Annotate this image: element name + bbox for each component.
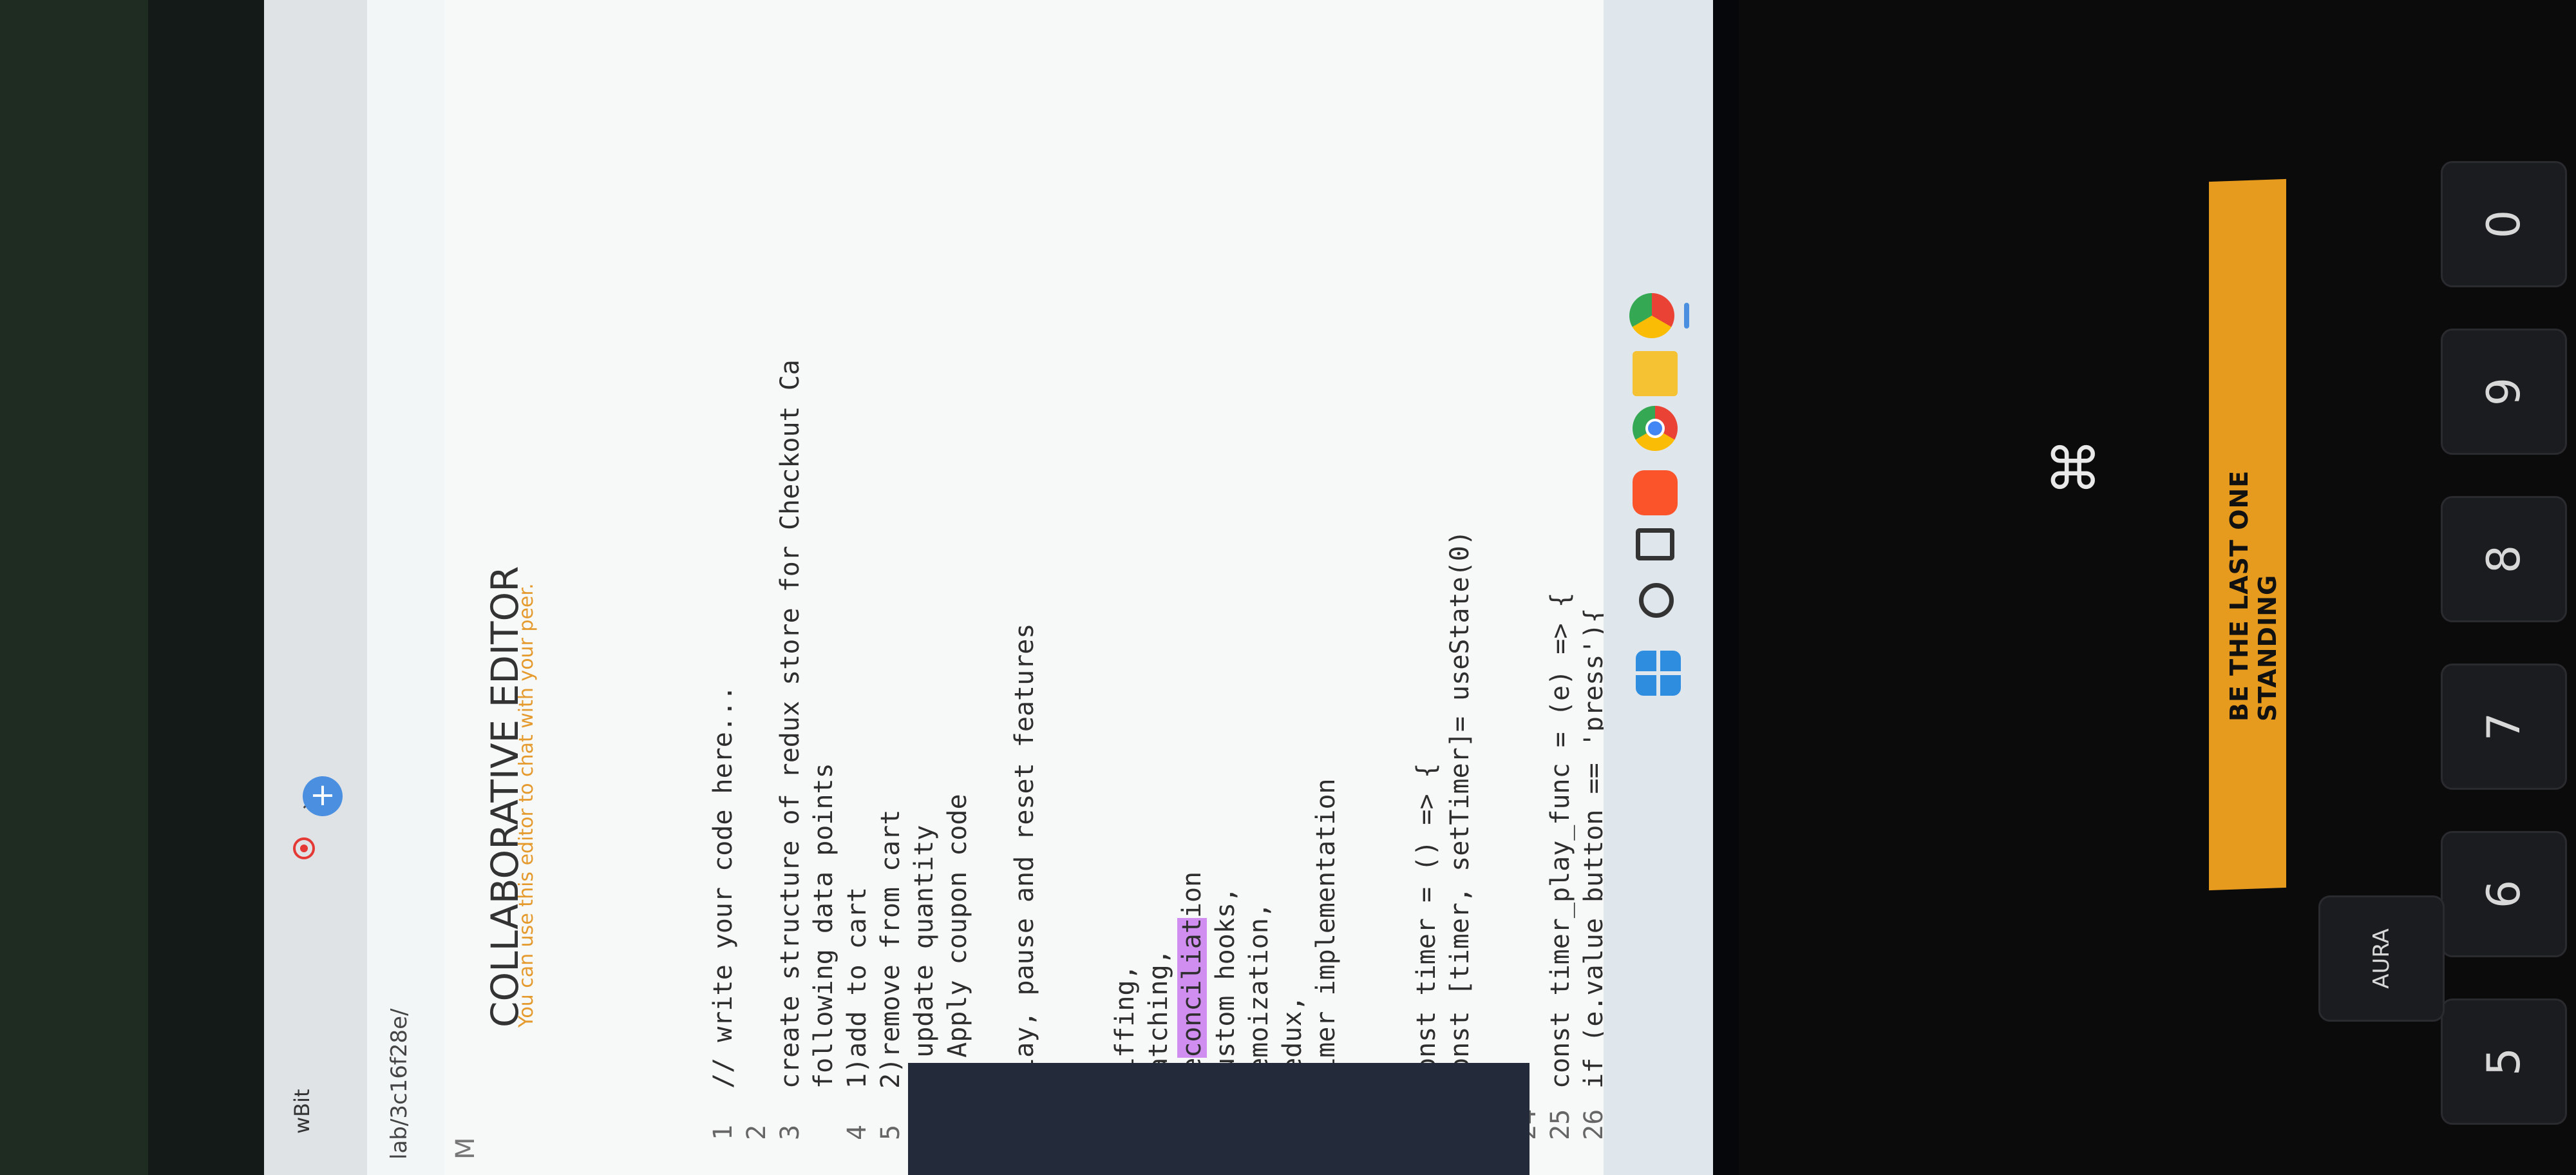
editor-subtitle: You can use this editor to chat with you… xyxy=(515,583,538,1027)
chrome-dev-icon[interactable] xyxy=(1629,293,1674,338)
code-line[interactable]: 3)update quantity xyxy=(909,825,939,1089)
windows-start-icon[interactable] xyxy=(1636,651,1681,696)
code-line[interactable]: const timer_play_func = (e) => { xyxy=(1546,592,1575,1089)
code-line[interactable]: Reconciliation xyxy=(1177,872,1207,1089)
plus-icon: + xyxy=(309,777,336,813)
monitor-bezel xyxy=(148,0,264,1175)
code-line[interactable]: play, pause and reset features xyxy=(1010,624,1039,1089)
code-line[interactable]: Memoization, xyxy=(1244,903,1274,1089)
file-explorer-icon[interactable] xyxy=(1633,351,1678,396)
key-label: 6 xyxy=(2477,879,2530,909)
keyboard-key: 8 xyxy=(2441,496,2567,622)
page-label: M xyxy=(451,1137,480,1160)
code-line[interactable]: Custom hooks, xyxy=(1211,887,1240,1089)
task-view-icon[interactable] xyxy=(1636,528,1674,560)
background-wall xyxy=(0,0,148,1175)
line-number: 1 xyxy=(708,1124,738,1140)
code-line[interactable]: const timer = () => { xyxy=(1412,763,1441,1089)
key-label: 7 xyxy=(2477,712,2530,741)
url-text[interactable]: lab/3c16f28e/ xyxy=(386,1008,412,1160)
line-number: 2 xyxy=(742,1124,772,1140)
rog-logo-icon: ⌘ xyxy=(2041,438,2109,496)
aura-key: AURA xyxy=(2318,895,2445,1022)
keyboard-key: 9 xyxy=(2441,329,2567,455)
monitor-screen: wBit × + lab/3c16f28e/ M COLLABORATIVE E… xyxy=(264,0,1713,1175)
code-line[interactable]: // write your code here... xyxy=(708,685,738,1089)
code-line[interactable]: 2)remove from cart xyxy=(876,810,905,1089)
code-line[interactable]: following data points xyxy=(809,763,838,1089)
line-number: 25 xyxy=(1546,1109,1575,1140)
search-highlight: conciliat xyxy=(1177,918,1207,1058)
aura-key-label: AURA xyxy=(2369,928,2394,989)
recording-icon xyxy=(293,837,315,859)
line-number: 3 xyxy=(775,1124,805,1140)
line-number: 4 xyxy=(842,1124,872,1140)
key-label: 0 xyxy=(2477,209,2530,239)
keyboard-key: 0 xyxy=(2441,161,2567,287)
code-line[interactable]: 4)Apply coupon code xyxy=(943,794,972,1089)
search-icon[interactable] xyxy=(1639,583,1674,618)
video-call-panel xyxy=(908,1063,1530,1175)
code-line[interactable]: const [timer, setTimer]= useState(0) xyxy=(1445,530,1475,1089)
brave-browser-icon[interactable] xyxy=(1633,470,1678,515)
active-app-indicator xyxy=(1684,303,1689,329)
keyboard-key: 7 xyxy=(2441,664,2567,790)
code-line[interactable]: create structure of redux store for Chec… xyxy=(775,359,805,1089)
code-line[interactable]: Timer implementation xyxy=(1311,778,1341,1089)
code-line[interactable]: 1)add to cart xyxy=(842,887,872,1089)
new-tab-button[interactable]: + xyxy=(303,776,343,816)
key-label: 5 xyxy=(2477,1047,2530,1076)
chrome-icon[interactable] xyxy=(1633,406,1678,451)
browser-tab-title[interactable]: wBit xyxy=(290,1089,314,1134)
editor-page: M COLLABORATIVE EDITOR You can use this … xyxy=(444,0,1609,1175)
browser-tab-strip: wBit × + xyxy=(264,0,367,1175)
keyboard-key: 6 xyxy=(2441,831,2567,957)
keyboard-banner: BE THE LAST ONE STANDING xyxy=(2225,470,2282,721)
line-number: 5 xyxy=(876,1124,905,1140)
key-label: 9 xyxy=(2477,377,2530,406)
address-bar[interactable]: lab/3c16f28e/ xyxy=(367,0,444,1175)
photo-scene: wBit × + lab/3c16f28e/ M COLLABORATIVE E… xyxy=(0,0,2576,1175)
keyboard-key: 5 xyxy=(2441,998,2567,1125)
key-label: 8 xyxy=(2477,544,2530,574)
